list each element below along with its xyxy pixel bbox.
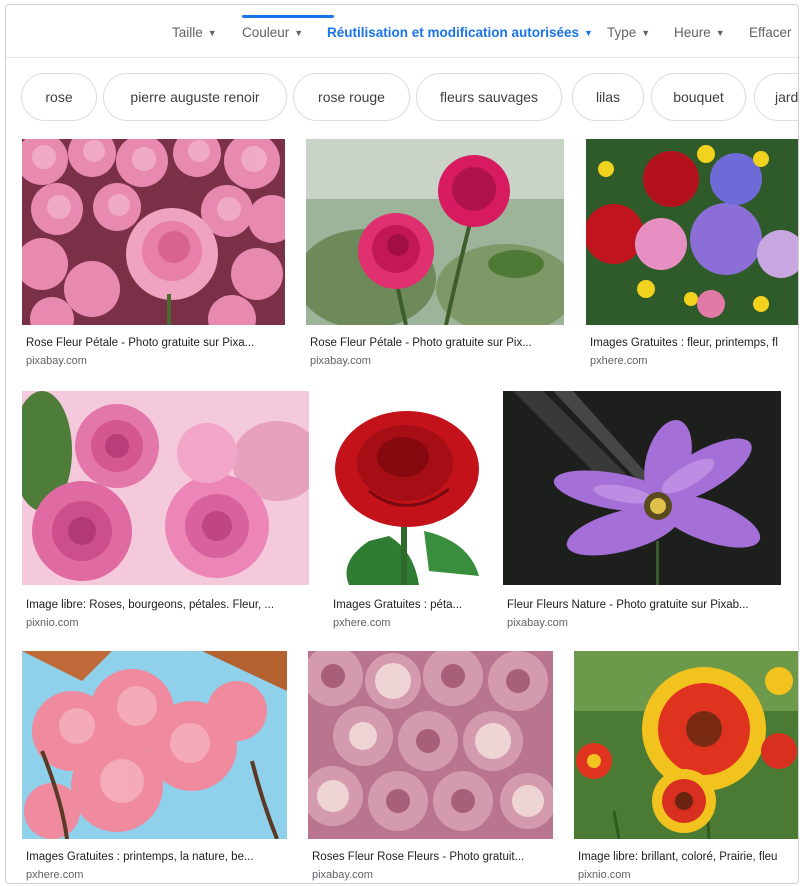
- result-card[interactable]: Images Gratuites : fleur, printemps, fl …: [586, 139, 798, 369]
- result-source: pixabay.com: [507, 617, 568, 629]
- chevron-down-icon: ▼: [207, 28, 217, 38]
- result-source: pixnio.com: [578, 869, 631, 881]
- result-title: Images Gratuites : péta...: [333, 599, 463, 611]
- clear-filters-label: Effacer: [749, 25, 792, 40]
- cherry-blossom-thumbnail: [22, 651, 287, 839]
- pink-roses-closeup-thumbnail: [22, 391, 309, 585]
- result-title: Images Gratuites : fleur, printemps, fl: [590, 337, 778, 349]
- result-title: Image libre: brillant, coloré, Prairie, …: [578, 851, 778, 863]
- dusty-pink-roses-thumbnail: [308, 651, 553, 839]
- chip-bouquet[interactable]: bouquet: [651, 73, 746, 121]
- result-title: Rose Fleur Pétale - Photo gratuite sur P…: [26, 337, 255, 349]
- chevron-down-icon: ▼: [294, 28, 304, 38]
- two-roses-thumbnail: [306, 139, 564, 325]
- type-filter-label: Type: [607, 25, 637, 40]
- result-title: Rose Fleur Pétale - Photo gratuite sur P…: [310, 337, 532, 349]
- chip-lilas[interactable]: lilas: [572, 73, 644, 121]
- chip-rose-rouge[interactable]: rose rouge: [293, 73, 410, 121]
- chip-pierre-auguste-renoir[interactable]: pierre auguste renoir: [103, 73, 287, 121]
- active-tab-indicator: [242, 15, 334, 18]
- result-source: pixabay.com: [312, 869, 373, 881]
- result-card[interactable]: Roses Fleur Rose Fleurs - Photo gratuit.…: [308, 651, 558, 883]
- result-title: Fleur Fleurs Nature - Photo gratuite sur…: [507, 599, 749, 611]
- result-source: pixabay.com: [26, 355, 87, 367]
- clear-filters-button[interactable]: Effacer: [749, 25, 792, 40]
- result-card[interactable]: Images Gratuites : printemps, la nature,…: [22, 651, 292, 883]
- color-filter-label: Couleur: [242, 25, 290, 40]
- result-card[interactable]: Rose Fleur Pétale - Photo gratuite sur P…: [306, 139, 564, 369]
- bouquet-thumbnail: [586, 139, 798, 325]
- gaillardia-flowers-thumbnail: [574, 651, 798, 839]
- result-card[interactable]: Images Gratuites : péta... pxhere.com: [329, 391, 487, 631]
- result-title: Roses Fleur Rose Fleurs - Photo gratuit.…: [312, 851, 525, 863]
- result-card[interactable]: Image libre: brillant, coloré, Prairie, …: [574, 651, 798, 883]
- result-source: pxhere.com: [590, 355, 648, 367]
- chevron-down-icon: ▼: [641, 28, 651, 38]
- search-tools-bar: Taille ▼ Couleur ▼ Réutilisation et modifi…: [6, 5, 798, 58]
- chevron-down-icon: ▼: [584, 28, 593, 38]
- result-source: pxhere.com: [26, 869, 84, 881]
- pink-roses-thumbnail: [22, 139, 285, 325]
- chip-rose[interactable]: rose: [21, 73, 97, 121]
- result-title: Images Gratuites : printemps, la nature,…: [26, 851, 254, 863]
- chevron-down-icon: ▼: [715, 28, 725, 38]
- result-card[interactable]: Fleur Fleurs Nature - Photo gratuite sur…: [503, 391, 785, 631]
- result-source: pixnio.com: [26, 617, 79, 629]
- result-card[interactable]: Rose Fleur Pétale - Photo gratuite sur P…: [22, 139, 285, 369]
- red-rose-thumbnail: [329, 391, 482, 585]
- size-filter[interactable]: Taille ▼: [172, 25, 217, 40]
- time-filter[interactable]: Heure ▼: [674, 25, 725, 40]
- size-filter-label: Taille: [172, 25, 203, 40]
- chip-fleurs-sauvages[interactable]: fleurs sauvages: [416, 73, 562, 121]
- usage-rights-label: Réutilisation et modification autorisées: [327, 25, 580, 40]
- purple-cosmos-thumbnail: [503, 391, 781, 585]
- result-source: pixabay.com: [310, 355, 371, 367]
- color-filter[interactable]: Couleur ▼: [242, 25, 303, 40]
- usage-rights-filter[interactable]: Réutilisation et modification autorisées…: [327, 25, 593, 40]
- result-card[interactable]: Image libre: Roses, bourgeons, pétales. …: [22, 391, 309, 631]
- image-results-panel: Taille ▼ Couleur ▼ Réutilisation et modifi…: [5, 4, 799, 884]
- chip-jardin[interactable]: jard: [754, 73, 798, 121]
- related-searches: rose pierre auguste renoir rose rouge fl…: [6, 73, 798, 127]
- result-title: Image libre: Roses, bourgeons, pétales. …: [26, 599, 275, 611]
- type-filter[interactable]: Type ▼: [607, 25, 650, 40]
- time-filter-label: Heure: [674, 25, 711, 40]
- result-source: pxhere.com: [333, 617, 391, 629]
